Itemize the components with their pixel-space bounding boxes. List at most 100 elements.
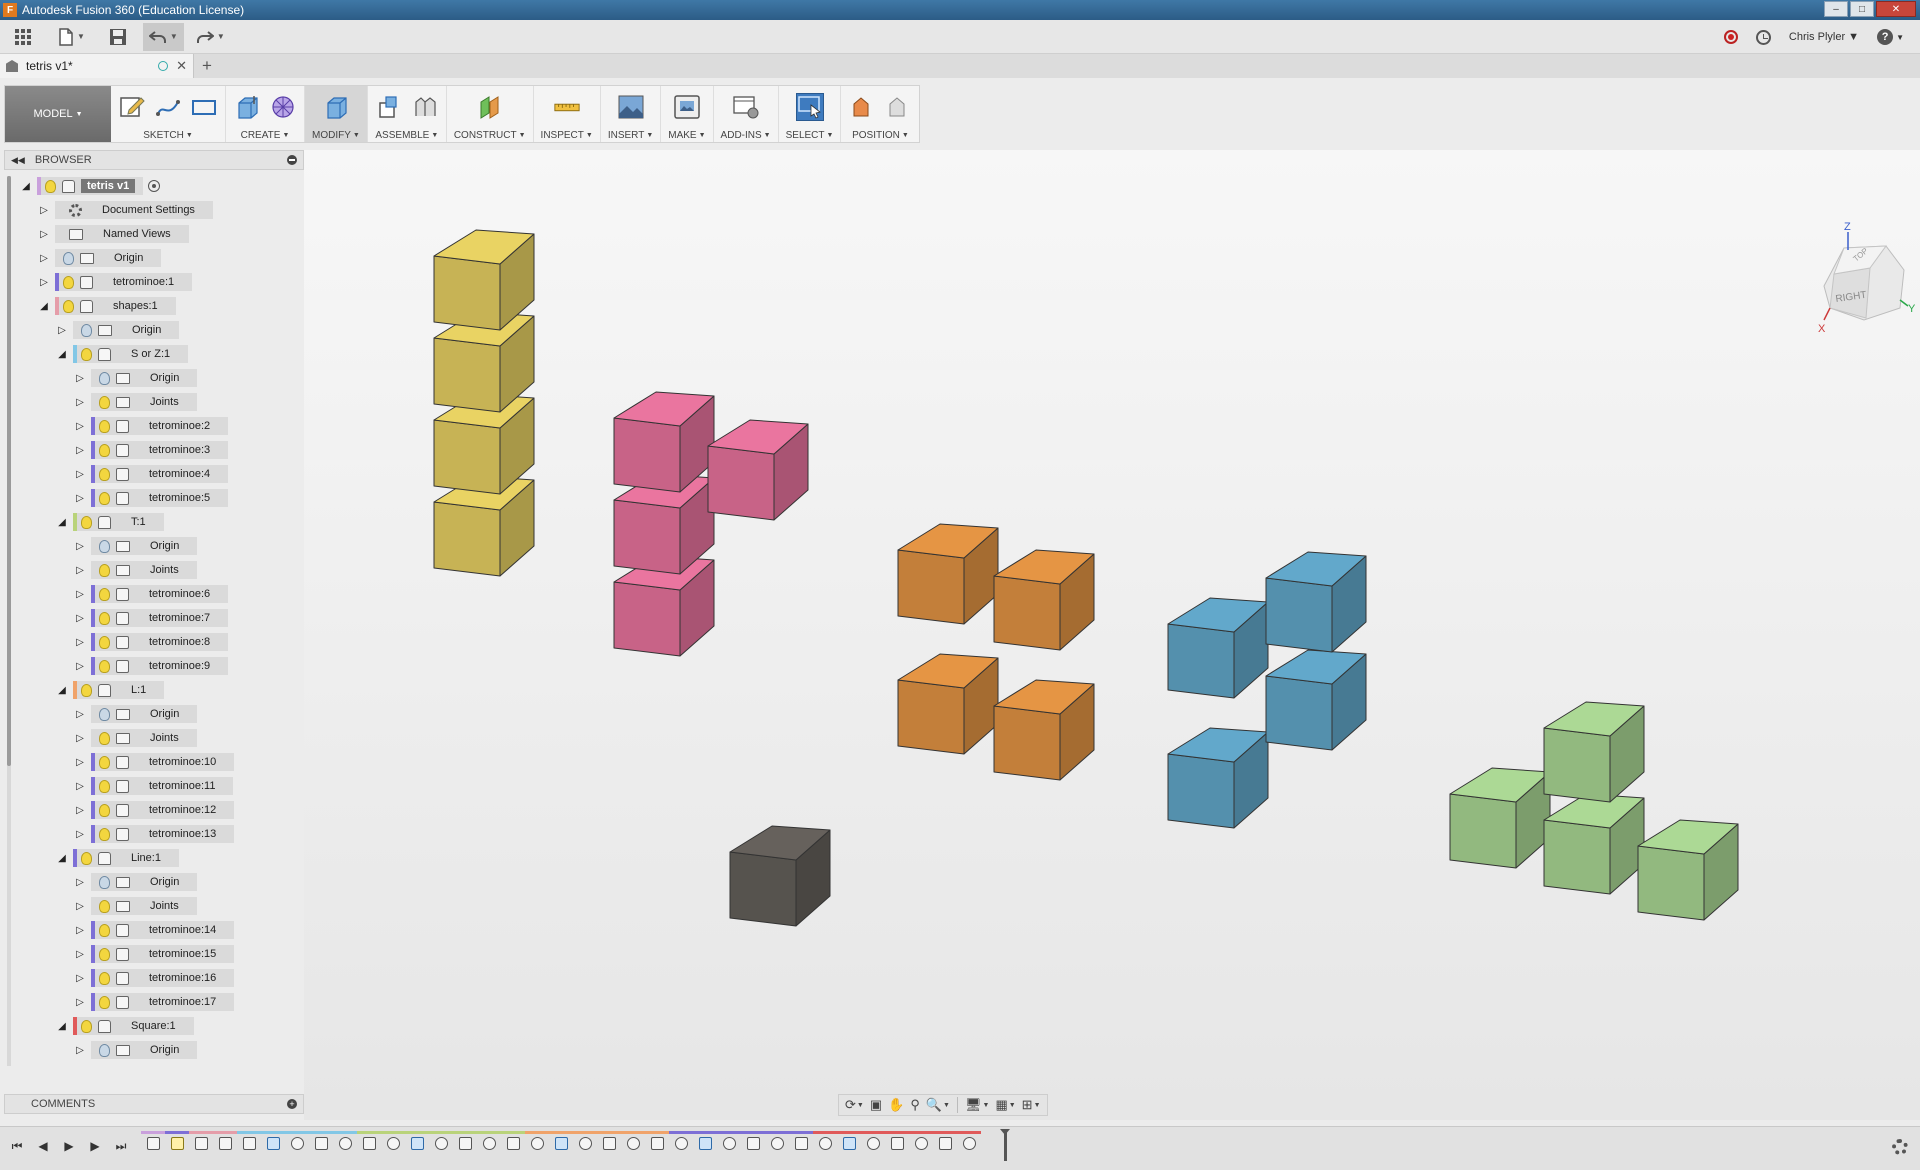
browser-node[interactable]: ▷ tetrominoe:2 <box>74 416 229 436</box>
collapse-triangle-icon[interactable]: ◢ <box>38 300 50 312</box>
position-group[interactable]: POSITION ▼ <box>841 86 919 142</box>
press-pull-icon[interactable] <box>322 93 350 121</box>
browser-node-chip[interactable]: Line:1 <box>73 849 179 867</box>
browser-node-chip[interactable]: tetrominoe:14 <box>91 921 235 939</box>
browser-node[interactable]: ▷ tetrominoe:11 <box>74 776 234 796</box>
browser-node[interactable]: ▷ tetrominoe:16 <box>74 968 235 988</box>
expand-triangle-icon[interactable]: ▷ <box>74 540 86 552</box>
browser-node[interactable]: ▷ tetrominoe:8 <box>74 632 229 652</box>
timeline-feature[interactable] <box>477 1131 501 1153</box>
revert-position-icon[interactable] <box>884 93 912 121</box>
expand-triangle-icon[interactable]: ▷ <box>74 660 86 672</box>
expand-triangle-icon[interactable]: ▷ <box>74 876 86 888</box>
browser-node-chip[interactable]: tetrominoe:1 <box>55 273 193 291</box>
browser-node[interactable]: ▷ Origin <box>74 872 198 892</box>
browser-scroll-thumb[interactable] <box>7 176 11 766</box>
fit-button[interactable]: 🔍 ▼ <box>924 1096 952 1114</box>
activate-component-icon[interactable] <box>148 180 161 192</box>
timeline-feature[interactable] <box>165 1131 189 1153</box>
timeline-feature[interactable] <box>789 1131 813 1153</box>
expand-triangle-icon[interactable]: ▷ <box>74 372 86 384</box>
timeline-feature[interactable] <box>381 1131 405 1153</box>
construct-group[interactable]: CONSTRUCT ▼ <box>447 86 534 142</box>
timeline-feature[interactable] <box>597 1131 621 1153</box>
orbit-button[interactable]: ⟳ ▼ <box>843 1096 866 1114</box>
visibility-bulb-icon[interactable] <box>99 731 110 745</box>
visibility-bulb-icon[interactable] <box>99 611 110 625</box>
browser-node-chip[interactable]: tetrominoe:9 <box>91 657 229 675</box>
browser-node[interactable]: ◢ tetris v1 <box>20 176 161 196</box>
collapse-browser-icon[interactable]: ◀◀ <box>11 155 25 166</box>
browser-node[interactable]: ▷ tetrominoe:15 <box>74 944 235 964</box>
expand-triangle-icon[interactable]: ▷ <box>74 756 86 768</box>
browser-node[interactable]: ▷ tetrominoe:14 <box>74 920 235 940</box>
select-group[interactable]: SELECT ▼ <box>779 86 842 142</box>
timeline-feature[interactable] <box>141 1131 165 1153</box>
sketch-group[interactable]: SKETCH ▼ <box>111 86 226 142</box>
expand-triangle-icon[interactable]: ▷ <box>74 396 86 408</box>
offset-plane-icon[interactable] <box>476 93 504 121</box>
visibility-bulb-icon[interactable] <box>99 923 110 937</box>
timeline-feature[interactable] <box>333 1131 357 1153</box>
browser-node-chip[interactable]: tetrominoe:4 <box>91 465 229 483</box>
browser-node[interactable]: ▷ tetrominoe:17 <box>74 992 235 1012</box>
visibility-bulb-icon[interactable] <box>99 1043 110 1057</box>
visibility-bulb-icon[interactable] <box>63 251 74 265</box>
timeline-feature[interactable] <box>933 1131 957 1153</box>
browser-node-chip[interactable]: S or Z:1 <box>73 345 189 363</box>
browser-node[interactable]: ▷ Joints <box>74 896 197 916</box>
expand-triangle-icon[interactable]: ▷ <box>74 612 86 624</box>
document-tab[interactable]: tetris v1* ✕ <box>0 54 194 78</box>
make-group[interactable]: MAKE ▼ <box>661 86 714 142</box>
create-group[interactable]: CREATE ▼ <box>226 86 305 142</box>
timeline-feature[interactable] <box>573 1131 597 1153</box>
browser-node-chip[interactable]: tetris v1 <box>37 177 144 195</box>
timeline-feature[interactable] <box>837 1131 861 1153</box>
visibility-bulb-icon[interactable] <box>99 419 110 433</box>
workspace-switcher[interactable]: MODEL ▼ <box>5 86 111 142</box>
browser-node-chip[interactable]: tetrominoe:16 <box>91 969 235 987</box>
browser-node-chip[interactable]: Origin <box>91 705 198 723</box>
pattern-icon[interactable] <box>269 93 297 121</box>
browser-node[interactable]: ▷ Document Settings <box>38 200 213 220</box>
browser-node[interactable]: ▷ Origin <box>38 248 162 268</box>
browser-node[interactable]: ◢ S or Z:1 <box>56 344 189 364</box>
timeline-feature[interactable] <box>957 1131 981 1153</box>
expand-triangle-icon[interactable]: ▷ <box>74 780 86 792</box>
browser-node[interactable]: ▷ Joints <box>74 728 197 748</box>
create-sketch-icon[interactable] <box>118 93 146 121</box>
expand-triangle-icon[interactable]: ▷ <box>74 468 86 480</box>
timeline-settings-icon[interactable] <box>1892 1139 1908 1155</box>
timeline-feature[interactable] <box>741 1131 765 1153</box>
visibility-bulb-icon[interactable] <box>99 443 110 457</box>
timeline-feature[interactable] <box>453 1131 477 1153</box>
visibility-bulb-icon[interactable] <box>99 491 110 505</box>
visibility-bulb-icon[interactable] <box>99 659 110 673</box>
expand-triangle-icon[interactable]: ▷ <box>74 996 86 1008</box>
visibility-bulb-icon[interactable] <box>99 827 110 841</box>
pan-button[interactable]: ✋ <box>886 1096 906 1114</box>
browser-node-chip[interactable]: Origin <box>91 537 198 555</box>
look-at-button[interactable]: ▣ <box>868 1096 884 1114</box>
step-back-icon[interactable]: ◀ <box>34 1137 52 1155</box>
browser-node[interactable]: ▷ tetrominoe:12 <box>74 800 235 820</box>
user-menu[interactable]: Chris Plyler ▼ <box>1789 31 1859 43</box>
expand-triangle-icon[interactable]: ▷ <box>74 828 86 840</box>
visibility-bulb-icon[interactable] <box>99 803 110 817</box>
timeline-feature[interactable] <box>717 1131 741 1153</box>
expand-triangle-icon[interactable]: ▷ <box>38 228 50 240</box>
timeline-feature[interactable] <box>765 1131 789 1153</box>
visibility-bulb-icon[interactable] <box>99 971 110 985</box>
browser-node-chip[interactable]: tetrominoe:10 <box>91 753 235 771</box>
expand-triangle-icon[interactable]: ▷ <box>74 900 86 912</box>
viewports-button[interactable]: ⊞ ▼ <box>1020 1096 1043 1114</box>
browser-node-chip[interactable]: tetrominoe:8 <box>91 633 229 651</box>
timeline-feature[interactable] <box>285 1131 309 1153</box>
expand-triangle-icon[interactable]: ▷ <box>74 420 86 432</box>
timeline-feature[interactable] <box>645 1131 669 1153</box>
collapse-triangle-icon[interactable]: ◢ <box>56 516 68 528</box>
timeline-feature[interactable] <box>213 1131 237 1153</box>
select-icon[interactable] <box>795 93 824 121</box>
collapse-triangle-icon[interactable]: ◢ <box>56 684 68 696</box>
browser-node-chip[interactable]: Document Settings <box>55 201 213 219</box>
